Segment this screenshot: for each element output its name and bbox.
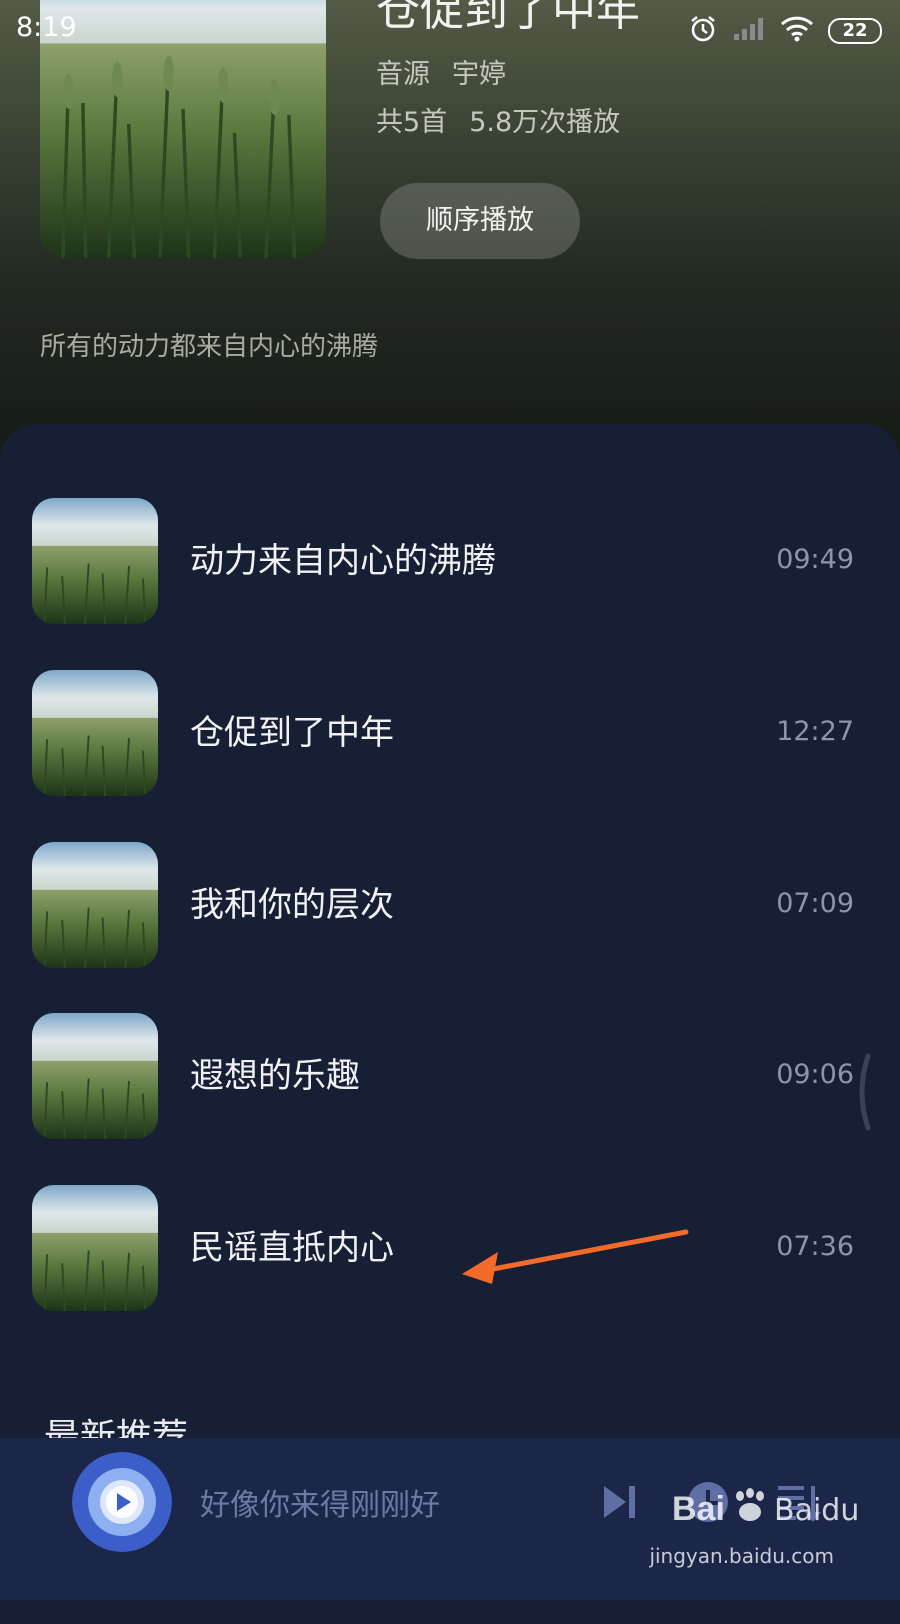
now-playing-cover[interactable] <box>72 1452 172 1552</box>
album-stats: 共5首 5.8万次播放 <box>376 100 620 139</box>
track-duration: 07:09 <box>776 888 854 919</box>
track-title: 仓促到了中年 <box>190 713 394 753</box>
artist-name[interactable]: 宇婷 <box>452 59 506 90</box>
track-thumbnail <box>32 670 158 796</box>
track-duration: 07:36 <box>776 1231 854 1262</box>
track-item[interactable]: 仓促到了中年 12:27 <box>0 670 900 796</box>
track-item[interactable]: 动力来自内心的沸腾 09:49 <box>0 498 900 624</box>
track-title: 动力来自内心的沸腾 <box>190 541 496 581</box>
scroll-indicator[interactable] <box>852 1052 872 1132</box>
track-item[interactable]: 遐想的乐趣 09:06 <box>0 1013 900 1139</box>
now-playing-title[interactable]: 好像你来得刚刚好 <box>200 1480 440 1524</box>
track-item[interactable]: 民谣直抵内心 07:36 <box>0 1185 900 1311</box>
track-duration: 12:27 <box>776 716 854 747</box>
status-icons: 22 <box>688 14 882 48</box>
track-duration: 09:06 <box>776 1059 854 1090</box>
status-time: 8:19 <box>16 12 77 43</box>
track-thumbnail <box>32 842 158 968</box>
track-title: 我和你的层次 <box>190 885 394 925</box>
album-description: 所有的动力都来自内心的沸腾 <box>40 332 379 362</box>
next-track-icon[interactable] <box>596 1478 644 1526</box>
alarm-icon <box>688 14 718 48</box>
track-title: 民谣直抵内心 <box>190 1228 394 1268</box>
source-label: 音源 <box>376 59 430 90</box>
watermark-url: jingyan.baidu.com <box>649 1544 834 1568</box>
track-thumbnail <box>32 1013 158 1139</box>
track-item[interactable]: 我和你的层次 07:09 <box>0 842 900 968</box>
svg-text:Bai: Bai <box>672 1490 725 1528</box>
battery-icon: 22 <box>828 18 882 44</box>
track-title: 遐想的乐趣 <box>190 1056 360 1096</box>
play-icon <box>106 1486 138 1518</box>
track-thumbnail <box>32 1185 158 1311</box>
svg-text:Baidu经验: Baidu经验 <box>774 1493 860 1528</box>
wifi-icon <box>780 16 814 46</box>
play-count: 5.8万次播放 <box>469 107 621 138</box>
track-thumbnail <box>32 498 158 624</box>
baidu-jingyan-watermark: Bai Baidu经验 <box>670 1482 900 1536</box>
status-bar: 8:19 22 <box>0 0 900 62</box>
cellular-signal-icon <box>732 16 766 46</box>
track-count: 共5首 <box>376 107 448 138</box>
track-duration: 09:49 <box>776 544 854 575</box>
play-in-order-button[interactable]: 顺序播放 <box>380 183 580 259</box>
album-header: 仓促到了中年 音源 宇婷 共5首 5.8万次播放 顺序播放 所有的动力都来自内心的沸… <box>0 0 900 460</box>
